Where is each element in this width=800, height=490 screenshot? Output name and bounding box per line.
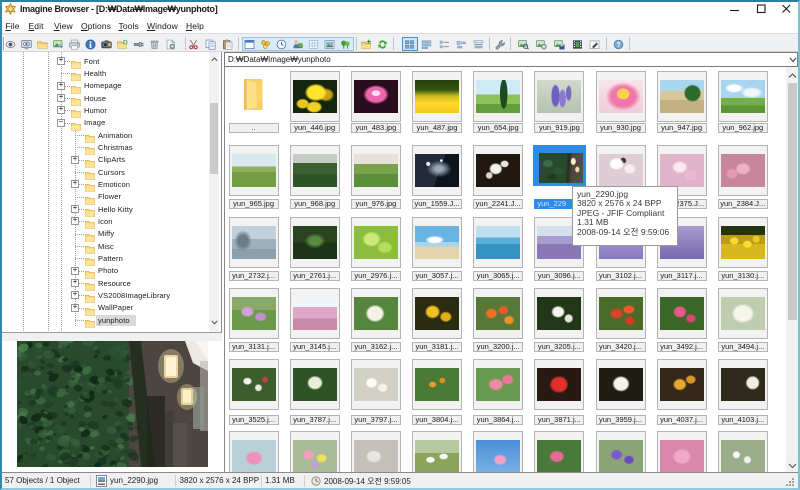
svg-text:?: ? [616, 42, 620, 49]
